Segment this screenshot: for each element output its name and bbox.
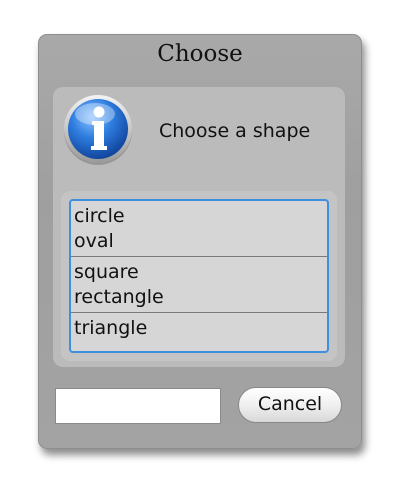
list-group: triangle (71, 313, 327, 343)
shape-text-input[interactable] (55, 388, 221, 424)
list-item[interactable]: rectangle (71, 285, 327, 310)
list-group: circle oval (71, 201, 327, 257)
content-panel: Choose a shape circle oval square rectan… (53, 87, 345, 367)
list-item[interactable]: oval (71, 229, 327, 254)
shape-list-frame: circle oval square rectangle triangle (61, 191, 337, 361)
dialog-title: Choose (157, 41, 243, 67)
cancel-button[interactable]: Cancel (238, 387, 342, 423)
dialog-message: Choose a shape (159, 120, 311, 142)
choose-dialog: Choose Choose a shape circle oval square… (38, 34, 362, 449)
list-group: square rectangle (71, 257, 327, 313)
info-icon (64, 95, 132, 165)
list-item[interactable]: square (71, 260, 327, 285)
list-item[interactable]: triangle (71, 316, 327, 341)
shape-list[interactable]: circle oval square rectangle triangle (69, 199, 329, 353)
list-item[interactable]: circle (71, 204, 327, 229)
